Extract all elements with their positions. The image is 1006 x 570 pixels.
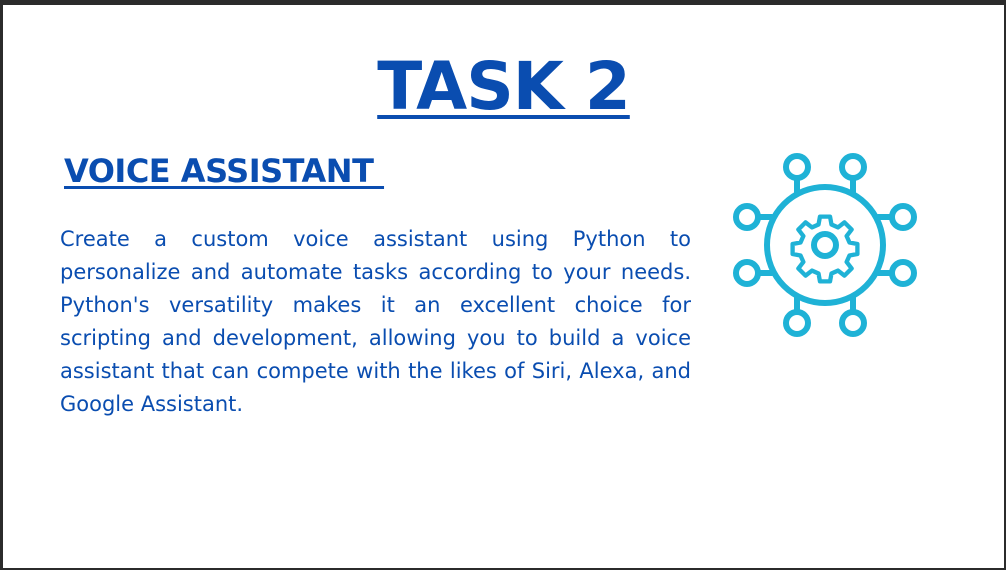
slide: TASK 2 VOICE ASSISTANT Create a custom v… bbox=[3, 5, 1004, 568]
slide-subtitle: VOICE ASSISTANT bbox=[64, 152, 385, 190]
slide-title-text: TASK 2 bbox=[377, 48, 631, 125]
network-gear-icon bbox=[727, 147, 923, 343]
slide-title: TASK 2 bbox=[3, 47, 1004, 127]
slide-description: Create a custom voice assistant using Py… bbox=[60, 227, 691, 416]
gear-icon bbox=[790, 214, 860, 284]
